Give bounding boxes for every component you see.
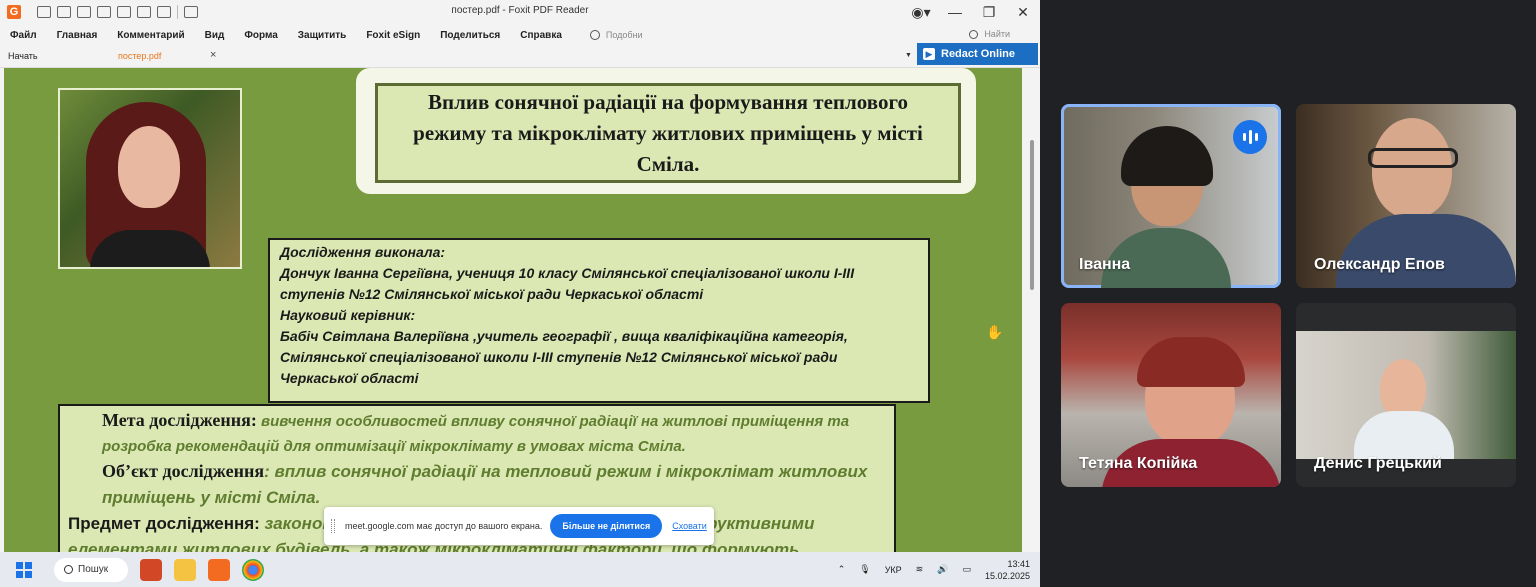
goal-paragraph: Мета дослідження: вивчення особливостей … (68, 408, 886, 459)
shared-screen: G постер.pdf - Foxit PDF Reader ◉▾ — ❐ ✕ (0, 0, 1040, 587)
menu-help[interactable]: Справка (520, 30, 562, 41)
clock-time: 13:41 (1007, 558, 1030, 569)
drag-handle-icon[interactable] (331, 519, 335, 533)
hand-cursor-icon: ✋ (986, 324, 1004, 340)
redact-label: Redact Online (941, 48, 1015, 60)
tell-me-search[interactable]: Подобни (589, 30, 643, 40)
menu-form[interactable]: Форма (244, 30, 277, 41)
object-paragraph: Об’єкт дослідження: вплив сонячної радіа… (68, 459, 886, 511)
menu-comment[interactable]: Комментарий (117, 30, 184, 41)
pdf-page[interactable]: Вплив сонячної радіації на формування те… (4, 68, 1022, 552)
hide-notification-link[interactable]: Сховати (672, 521, 707, 531)
document-tabs: Начать постер.pdf × (0, 46, 1040, 68)
file-explorer-icon[interactable] (174, 558, 196, 581)
search-icon (64, 565, 73, 574)
supervisor-heading: Науковий керівник: (280, 307, 416, 323)
poster-title: Вплив сонячної радіації на формування те… (378, 86, 958, 180)
powerpoint-app-icon[interactable] (140, 558, 162, 581)
taskbar-search-label: Пошук (78, 564, 109, 575)
language-indicator[interactable]: УКР (885, 565, 902, 575)
chrome-app-icon[interactable] (242, 558, 264, 581)
ribbon-toggle-icon[interactable]: ▼ (905, 52, 912, 59)
participant-tile[interactable]: Тетяна Копійка (1061, 303, 1281, 487)
hand-tool-icon[interactable] (157, 6, 171, 18)
participant-tile[interactable]: Денис Грецький (1296, 303, 1516, 487)
stop-sharing-button[interactable]: Більше не ділитися (550, 514, 663, 538)
search-icon (969, 29, 979, 39)
menu-esign[interactable]: Foxit eSign (366, 30, 420, 41)
print-icon[interactable] (77, 6, 91, 18)
maximize-button[interactable]: ❐ (972, 4, 1006, 21)
volume-icon[interactable]: 🔊 (937, 564, 948, 575)
redact-icon: ▶ (923, 48, 935, 60)
divider (177, 5, 178, 19)
undo-icon[interactable] (117, 6, 131, 18)
find-placeholder: Найти (984, 29, 1010, 39)
customize-toolbar-icon[interactable] (184, 6, 198, 18)
poster-title-card: Вплив сонячної радіації на формування те… (356, 68, 976, 194)
participant-name: Денис Грецький (1314, 455, 1442, 472)
lightbulb-icon (589, 30, 600, 40)
quick-access-toolbar (37, 5, 198, 19)
author-photo (58, 88, 242, 269)
foxit-app-icon[interactable] (208, 558, 230, 581)
wifi-icon[interactable]: ≋ (916, 564, 924, 575)
goal-label: Мета дослідження: (102, 410, 257, 430)
find-box[interactable]: Найти (969, 29, 1010, 39)
start-button[interactable] (16, 561, 32, 578)
taskbar-search[interactable]: Пошук (54, 557, 128, 582)
battery-icon[interactable]: ▭ (962, 564, 971, 575)
scrollbar-thumb[interactable] (1030, 140, 1034, 290)
author-info: Дослідження виконала: Дончук Іванна Серг… (268, 238, 930, 403)
copy-icon[interactable] (97, 6, 111, 18)
author-details: Дончук Іванна Сергіївна, учениця 10 клас… (280, 265, 855, 302)
menu-protect[interactable]: Защитить (298, 30, 347, 41)
participant-tile[interactable]: Іванна (1061, 104, 1281, 288)
foxit-logo-icon[interactable]: G (7, 5, 21, 19)
windows-taskbar: Пошук ⌃ 🎙 УКР ≋ 🔊 ▭ 13:41 15.02.2025 (0, 552, 1040, 587)
title-bar: G постер.pdf - Foxit PDF Reader ◉▾ — ❐ ✕ (0, 0, 1040, 24)
system-tray: ⌃ 🎙 УКР ≋ 🔊 ▭ 13:41 15.02.2025 (838, 552, 1030, 587)
save-icon[interactable] (57, 6, 71, 18)
window-controls: ◉▾ — ❐ ✕ (904, 0, 1040, 24)
tab-poster[interactable]: постер.pdf (118, 51, 161, 61)
minimize-button[interactable]: — (938, 4, 972, 20)
vertical-scrollbar[interactable] (1024, 68, 1040, 552)
share-message: meet.google.com має доступ до вашого екр… (345, 521, 543, 531)
menu-file[interactable]: Файл (10, 30, 37, 41)
tab-start[interactable]: Начать (8, 51, 38, 61)
screen-share-notification: meet.google.com має доступ до вашого екр… (324, 507, 714, 545)
desktop: G постер.pdf - Foxit PDF Reader ◉▾ — ❐ ✕ (0, 0, 1536, 587)
menu-view[interactable]: Вид (205, 30, 225, 41)
tell-me-placeholder: Подобни (605, 30, 643, 40)
microphone-icon[interactable]: 🎙 (859, 564, 870, 575)
supervisor-details: Бабіч Світлана Валеріївна ,учитель геогр… (280, 328, 848, 386)
subject-label: Предмет дослідження: (68, 514, 260, 533)
redo-icon[interactable] (137, 6, 151, 18)
participant-tile[interactable]: Олександр Епов (1296, 104, 1516, 288)
menu-home[interactable]: Главная (57, 30, 98, 41)
participant-name: Тетяна Копійка (1079, 455, 1198, 472)
close-tab-icon[interactable]: × (210, 49, 216, 61)
chevron-up-icon[interactable]: ⌃ (838, 564, 846, 575)
author-heading: Дослідження виконала: (280, 244, 446, 260)
clock-date: 15.02.2025 (984, 570, 1030, 581)
speaking-indicator-icon (1233, 120, 1267, 154)
menu-bar: Файл Главная Комментарий Вид Форма Защит… (0, 24, 1040, 46)
menu-share[interactable]: Поделиться (440, 30, 500, 41)
clock[interactable]: 13:41 15.02.2025 (985, 558, 1030, 582)
participant-name: Олександр Епов (1314, 256, 1445, 273)
close-button[interactable]: ✕ (1006, 4, 1040, 21)
object-label: Об’єкт дослідження (102, 461, 265, 481)
participant-name: Іванна (1079, 256, 1131, 273)
redact-online-button[interactable]: ▶ Redact Online (917, 43, 1038, 65)
account-icon[interactable]: ◉▾ (904, 4, 938, 21)
open-icon[interactable] (37, 6, 51, 18)
